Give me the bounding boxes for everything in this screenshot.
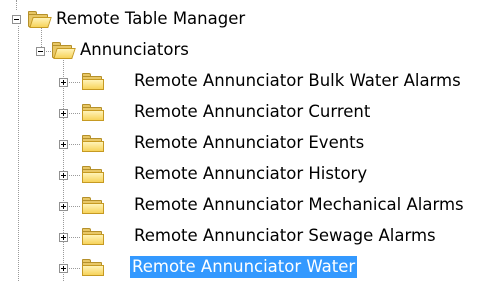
- tree-node-label[interactable]: Remote Annunciator Current: [132, 101, 372, 123]
- tree-node-label[interactable]: Remote Annunciator Bulk Water Alarms: [132, 70, 463, 92]
- expand-icon[interactable]: [59, 140, 68, 149]
- folder-icon: [82, 259, 104, 276]
- tree-view[interactable]: Remote Table Manager Annunciators Remote…: [0, 0, 499, 281]
- tree-node-label[interactable]: Remote Annunciator History: [132, 163, 369, 185]
- tree-node-label[interactable]: Remote Annunciator Sewage Alarms: [132, 225, 438, 247]
- tree-guide-line: [16, 0, 17, 10]
- tree-node-label[interactable]: Remote Table Manager: [54, 8, 247, 30]
- folder-icon: [82, 166, 104, 183]
- expand-icon[interactable]: [59, 233, 68, 242]
- tree-node-label[interactable]: Remote Annunciator Events: [132, 132, 366, 154]
- folder-icon: [82, 104, 104, 121]
- expand-icon[interactable]: [59, 264, 68, 273]
- expand-icon[interactable]: [59, 109, 68, 118]
- folder-open-icon: [28, 11, 52, 28]
- tree-node-label[interactable]: Annunciators: [78, 39, 191, 61]
- tree-node-label-selected[interactable]: Remote Annunciator Water: [130, 256, 358, 278]
- tree-guide-line: [63, 58, 64, 281]
- collapse-icon[interactable]: [36, 47, 45, 56]
- folder-open-icon: [52, 42, 76, 59]
- folder-icon: [82, 197, 104, 214]
- tree-node-label[interactable]: Remote Annunciator Mechanical Alarms: [132, 194, 466, 216]
- expand-icon[interactable]: [59, 78, 68, 87]
- expand-icon[interactable]: [59, 171, 68, 180]
- folder-icon: [82, 73, 104, 90]
- tree-guide-line: [18, 26, 19, 281]
- collapse-icon[interactable]: [12, 15, 21, 24]
- folder-icon: [82, 228, 104, 245]
- folder-icon: [82, 135, 104, 152]
- expand-icon[interactable]: [59, 202, 68, 211]
